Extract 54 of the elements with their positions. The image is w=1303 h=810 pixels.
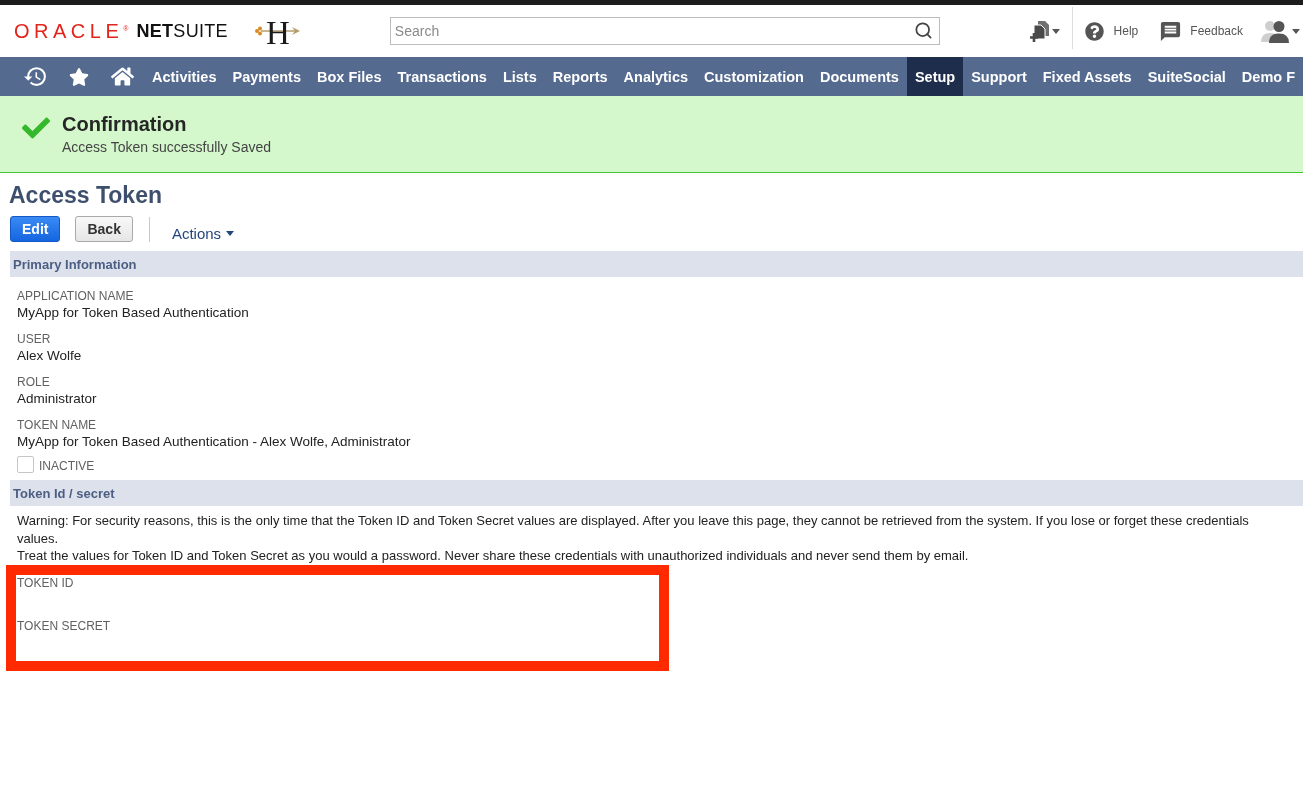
netsuite-logo-text: NETSUITE xyxy=(136,20,228,42)
nav-tab[interactable]: Setup xyxy=(906,57,964,96)
nav-tab[interactable]: Fixed Assets xyxy=(1034,57,1140,96)
field-label: TOKEN NAME xyxy=(17,417,97,433)
page-title: Access Token xyxy=(9,181,162,209)
field-value: Alex Wolfe xyxy=(17,347,82,365)
section-header: Primary Information xyxy=(10,251,1303,277)
warning-text: values. xyxy=(17,529,60,547)
speech-bubble-icon xyxy=(1159,19,1183,43)
confirmation-title: Confirmation xyxy=(62,112,188,137)
field-label: USER xyxy=(17,331,51,347)
document-plus-icon[interactable] xyxy=(1029,20,1050,42)
nav-tab[interactable]: Transactions xyxy=(389,57,495,96)
nav-tab[interactable]: Lists xyxy=(494,57,545,96)
field-label: TOKEN ID xyxy=(17,574,74,591)
section-header: Token Id / secret xyxy=(10,480,1303,506)
warning-text: Treat the values for Token ID and Token Secret as you would a password. Never share these credentials with unauthorized individuals and never send them by email. xyxy=(17,547,970,565)
caret-icon[interactable] xyxy=(1292,28,1300,34)
help-link[interactable]: Help xyxy=(1084,21,1139,41)
help-icon xyxy=(1084,21,1104,41)
field-value: Administrator xyxy=(17,390,97,408)
confirmation-message: Access Token successfully Saved xyxy=(62,138,272,156)
back-button[interactable]: Back xyxy=(75,216,133,242)
warning-text: Warning: For security reasons, this is the only time that the Token ID and Token Secret values are displayed. After you leave this page, they cannot be retrieved from the system. If you lose or forget these credentials xyxy=(17,512,1249,530)
nav-tab[interactable]: Activities xyxy=(144,57,225,96)
edit-button[interactable]: Edit xyxy=(10,216,61,242)
nav-tab[interactable]: SuiteSocial xyxy=(1139,57,1234,96)
checkbox[interactable] xyxy=(17,456,34,473)
actions-menu[interactable]: Actions xyxy=(171,224,235,242)
search-icon[interactable] xyxy=(913,21,933,40)
oracle-logo-text: ORACLE$^{®}$ xyxy=(14,19,129,43)
user-silhouettes-icon[interactable] xyxy=(1260,19,1290,43)
nav-tab[interactable]: Demo F xyxy=(1233,57,1303,96)
company-logo: H xyxy=(253,15,304,47)
field-value: MyApp for Token Based Authentication - Alex Wolfe, Administrator xyxy=(17,433,411,451)
nav-tab[interactable]: Payments xyxy=(224,57,309,96)
field-value: MyApp for Token Based Authentication xyxy=(17,304,249,322)
checkbox-label: INACTIVE xyxy=(39,460,95,473)
feedback-link[interactable]: Feedback xyxy=(1159,19,1243,43)
nav-tab[interactable]: Support xyxy=(963,57,1035,96)
nav-tab[interactable]: Reports xyxy=(544,57,616,96)
caret-icon[interactable] xyxy=(1051,28,1060,34)
star-icon[interactable] xyxy=(69,66,89,87)
nav-tab[interactable]: Documents xyxy=(811,57,907,96)
field-label: TOKEN SECRET xyxy=(17,617,111,634)
search-field[interactable]: Search xyxy=(389,17,940,45)
nav-tab[interactable]: Customization xyxy=(696,57,812,96)
nav-tab[interactable]: Analytics xyxy=(615,57,697,96)
field-label: APPLICATION NAME xyxy=(17,288,134,304)
field-label: ROLE xyxy=(17,374,50,390)
history-icon[interactable] xyxy=(23,64,49,89)
home-icon[interactable] xyxy=(110,65,134,88)
nav-tab[interactable]: Box Files xyxy=(309,57,390,96)
caret-icon[interactable] xyxy=(226,230,235,236)
